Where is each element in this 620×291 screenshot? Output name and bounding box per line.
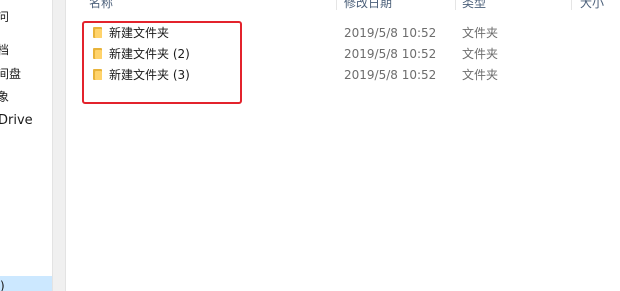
nav-item-documents[interactable]: 档 (0, 40, 9, 60)
file-type: 文件夹 (462, 47, 499, 61)
file-type: 文件夹 (462, 68, 499, 82)
file-type: 文件夹 (462, 26, 499, 40)
nav-item-selected-label: ) (0, 279, 5, 291)
navigation-pane: 问 档 间盘 象 Drive ) (0, 0, 52, 291)
column-separator[interactable] (571, 0, 572, 10)
column-separator[interactable] (455, 0, 456, 10)
highlight-annotation-box (82, 21, 242, 104)
nav-item-images[interactable]: 象 (0, 87, 9, 107)
file-date: 2019/5/8 10:52 (344, 26, 437, 40)
column-separator[interactable] (336, 0, 337, 10)
pane-splitter[interactable] (52, 0, 66, 291)
file-date: 2019/5/8 10:52 (344, 47, 437, 61)
nav-item-selected[interactable]: ) (0, 276, 52, 291)
column-header-date[interactable]: 修改日期 (344, 0, 392, 10)
nav-item-partial-1[interactable]: 问 (0, 7, 9, 27)
column-header-type[interactable]: 类型 (462, 0, 486, 10)
column-header-name[interactable]: 名称 (89, 0, 113, 10)
nav-item-disk[interactable]: 间盘 (0, 64, 21, 84)
file-date: 2019/5/8 10:52 (344, 68, 437, 82)
column-header-size[interactable]: 大小 (580, 0, 604, 10)
nav-item-onedrive[interactable]: Drive (0, 111, 33, 131)
